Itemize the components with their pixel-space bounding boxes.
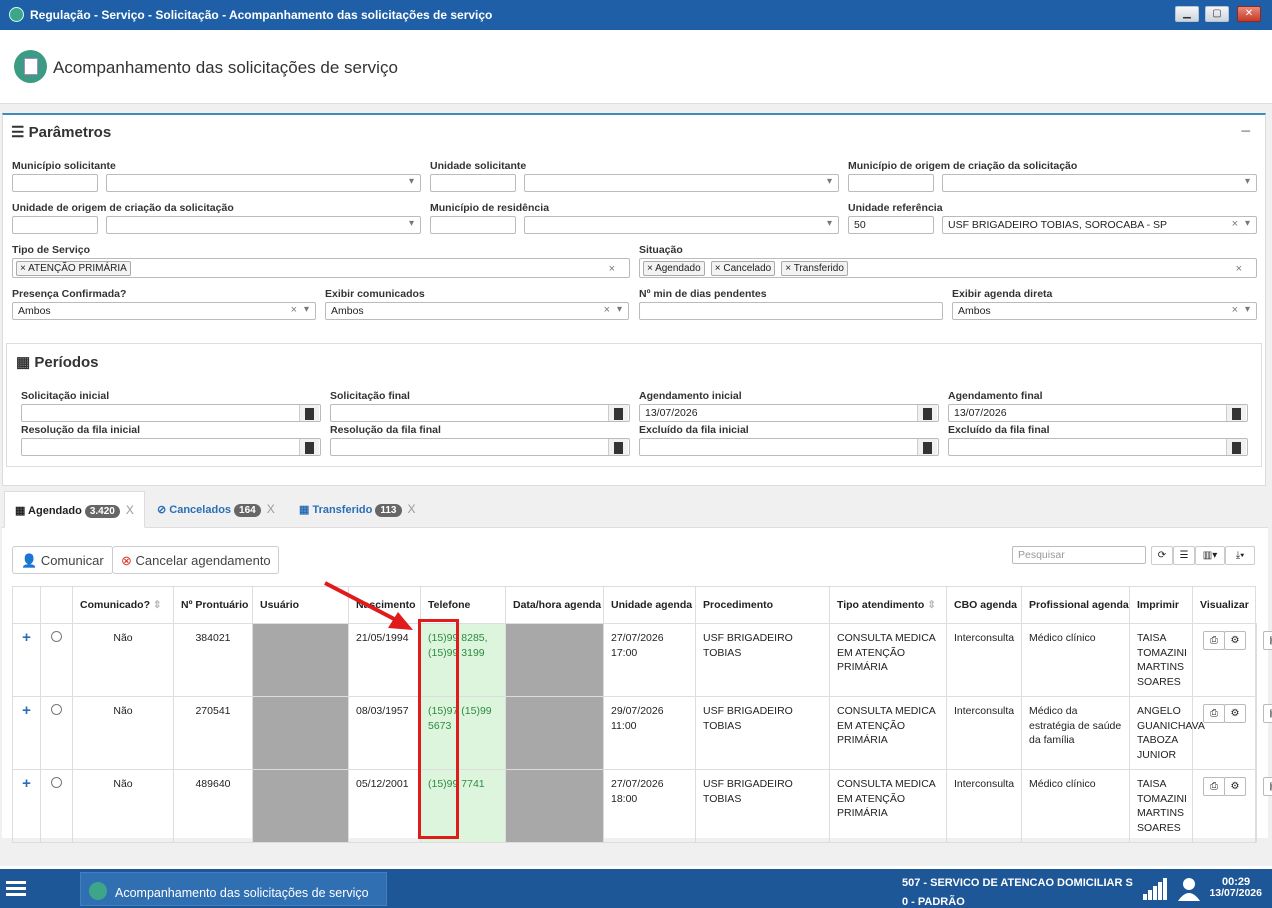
taskbar: Acompanhamento das solicitações de servi… [0, 869, 1272, 908]
clock-date: 13/07/2026 [1209, 887, 1262, 899]
app-icon [89, 882, 107, 900]
taskbar-task-label: Acompanhamento das solicitações de servi… [115, 886, 369, 900]
annotation-arrow-line [324, 581, 399, 623]
annotation-overlay [324, 581, 413, 630]
hamburger-menu-icon[interactable] [6, 881, 26, 884]
taskbar-task[interactable]: Acompanhamento das solicitações de servi… [80, 872, 387, 906]
unit-line1: 507 - SERVICO DE ATENCAO DOMICILIAR S [902, 877, 1133, 889]
annotation-arrow-head [388, 612, 413, 630]
user-icon[interactable] [1178, 877, 1200, 901]
annotation-highlight-box [418, 619, 459, 839]
signal-icon [1143, 878, 1167, 900]
unit-line2: 0 - PADRÃO [902, 896, 965, 908]
